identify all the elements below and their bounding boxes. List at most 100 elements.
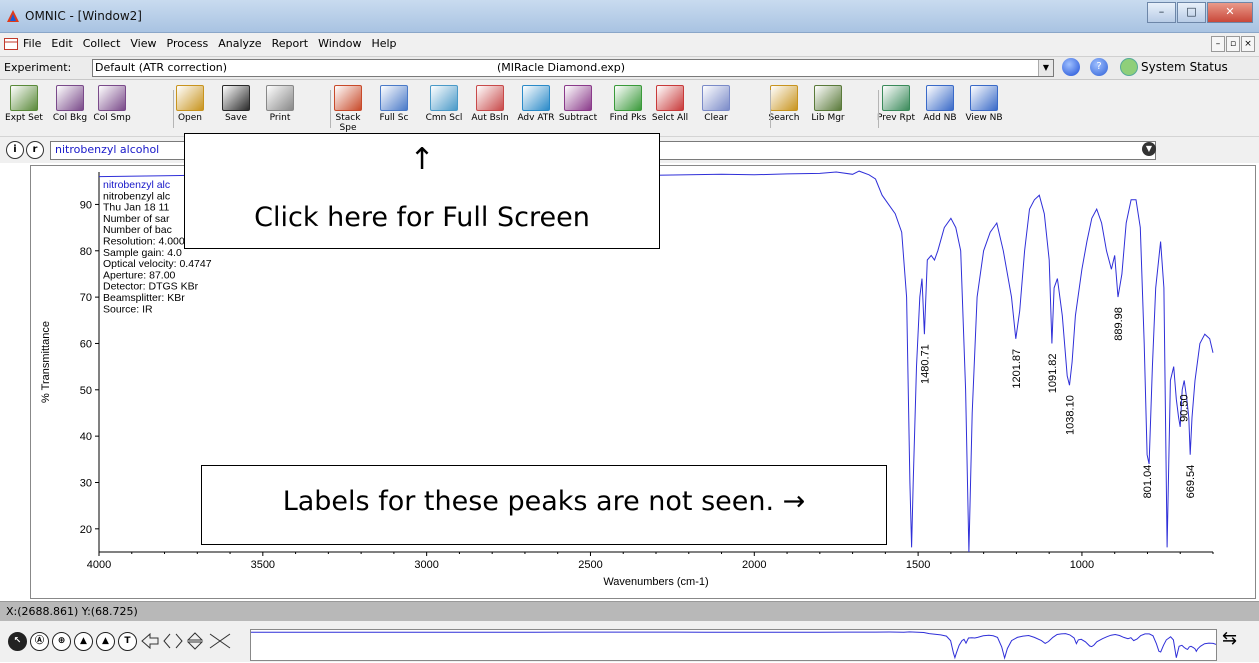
window-title: OMNIC - [Window2] <box>25 9 142 23</box>
toolbar-label: Save <box>224 113 248 123</box>
clear-button[interactable]: Clear <box>696 85 736 123</box>
search-icon <box>770 85 798 111</box>
toolbar-separator <box>330 90 331 128</box>
full-screen-callout-text: Click here for Full Screen <box>254 202 590 233</box>
info-line: Optical velocity: 0.4747 <box>103 258 212 270</box>
subtract-button[interactable]: Subtract <box>558 85 598 123</box>
menu-edit[interactable]: Edit <box>51 37 72 50</box>
y-tick-label: 60 <box>80 338 92 350</box>
find-peaks-icon <box>614 85 642 111</box>
y-tick-label: 90 <box>80 199 92 211</box>
menu-help[interactable]: Help <box>371 37 396 50</box>
toolbar-label: Stack Spe <box>335 113 361 133</box>
menu-file[interactable]: File <box>23 37 41 50</box>
toolbar-label: Cmn Scl <box>425 113 463 123</box>
info-line: Number of bac <box>103 224 172 236</box>
library-manager-button[interactable]: Lib Mgr <box>808 85 848 123</box>
region-tool-icon[interactable]: Ⓐ <box>30 632 49 651</box>
save-icon <box>222 85 250 111</box>
preview-report-button[interactable]: Prev Rpt <box>876 85 916 123</box>
scroll-arrows-icon[interactable]: ⇆ <box>1222 630 1237 648</box>
status-check-icon <box>1120 58 1138 76</box>
info-button[interactable]: i <box>6 141 24 159</box>
expand-arrows-icon[interactable] <box>140 631 240 651</box>
add-notebook-icon <box>926 85 954 111</box>
reference-button[interactable]: r <box>26 141 44 159</box>
subtract-icon <box>564 85 592 111</box>
x-tick-label: 1500 <box>906 559 930 571</box>
main-toolbar: Expt Set Col Bkg Col Smp Open Save Print Stack… <box>0 80 1259 137</box>
peak-label: 1038.10 <box>1064 395 1076 435</box>
child-restore-button[interactable]: ▫ <box>1226 36 1240 52</box>
info-line: Sample gain: 4.0 <box>103 247 182 259</box>
system-status-button[interactable]: System Status <box>1120 58 1228 76</box>
spectrum-dropdown-icon[interactable]: ▼ <box>1142 142 1156 156</box>
experiment-select[interactable]: Default (ATR correction) (MIRacle Diamon… <box>92 59 1054 77</box>
annotation-tool-icon[interactable]: T <box>118 632 137 651</box>
adv-atr-button[interactable]: Adv ATR <box>516 85 556 123</box>
spectrum-selected: nitrobenzyl alcohol <box>55 143 160 156</box>
y-tick-label: 30 <box>80 477 92 489</box>
bench-icon[interactable] <box>1062 58 1080 76</box>
print-icon <box>266 85 294 111</box>
peak-height-tool-icon[interactable]: ⊕ <box>52 632 71 651</box>
status-bar: X:(2688.861) Y:(68.725) <box>0 601 1259 621</box>
clear-icon <box>702 85 730 111</box>
peak-label: 801.04 <box>1142 465 1154 499</box>
toolbar-label: Adv ATR <box>517 113 555 123</box>
minimize-button[interactable]: – <box>1147 2 1176 23</box>
bottom-toolbar: ↖ Ⓐ ⊕ ▲ ▲ T ⇆ <box>0 621 1259 662</box>
child-minimize-button[interactable]: – <box>1211 36 1225 52</box>
chevron-down-icon[interactable]: ▼ <box>1038 60 1053 76</box>
y-tick-label: 40 <box>80 431 92 443</box>
x-axis-label: Wavenumbers (cm-1) <box>603 576 708 588</box>
x-tick-label: 2500 <box>578 559 602 571</box>
experiment-file: (MIRacle Diamond.exp) <box>497 61 626 74</box>
menu-window[interactable]: Window <box>318 37 361 50</box>
peak-area-tool-icon[interactable]: ▲ <box>74 632 93 651</box>
peaks-callout-text: Labels for these peaks are not seen. → <box>282 486 806 517</box>
info-line: Detector: DTGS KBr <box>103 281 199 293</box>
expt-set-icon <box>10 85 38 111</box>
col-bkg-button[interactable]: Col Bkg <box>50 85 90 123</box>
selection-tool-icon[interactable]: ↖ <box>8 632 27 651</box>
toolbar-label: View NB <box>965 113 1003 123</box>
full-scale-button[interactable]: Full Sc <box>374 85 414 123</box>
library-manager-icon <box>814 85 842 111</box>
open-icon <box>176 85 204 111</box>
child-close-button[interactable]: × <box>1241 36 1255 52</box>
maximize-button[interactable]: □ <box>1177 2 1206 23</box>
stack-spectra-button[interactable]: Stack Spe <box>328 85 368 133</box>
full-screen-callout: ↑ Click here for Full Screen <box>184 133 660 249</box>
select-all-button[interactable]: Selct All <box>650 85 690 123</box>
document-icon <box>4 38 18 50</box>
y-tick-label: 80 <box>80 246 92 258</box>
corrected-area-tool-icon[interactable]: ▲ <box>96 632 115 651</box>
common-scale-button[interactable]: Cmn Scl <box>424 85 464 123</box>
expt-set-button[interactable]: Expt Set <box>4 85 44 123</box>
help-icon[interactable]: ? <box>1090 58 1108 76</box>
view-notebook-button[interactable]: View NB <box>964 85 1004 123</box>
toolbar-label: Subtract <box>558 113 598 123</box>
open-button[interactable]: Open <box>170 85 210 123</box>
save-button[interactable]: Save <box>216 85 256 123</box>
menu-view[interactable]: View <box>130 37 156 50</box>
stack-spectra-icon <box>334 85 362 111</box>
info-line: Source: IR <box>103 303 153 315</box>
cursor-coordinates: X:(2688.861) Y:(68.725) <box>6 605 138 618</box>
menu-report[interactable]: Report <box>272 37 308 50</box>
col-smp-button[interactable]: Col Smp <box>92 85 132 123</box>
x-tick-label: 4000 <box>87 559 111 571</box>
toolbar-label: Add NB <box>923 113 957 123</box>
toolbar-label: Expt Set <box>5 113 43 123</box>
print-button[interactable]: Print <box>260 85 300 123</box>
auto-baseline-button[interactable]: Aut Bsln <box>470 85 510 123</box>
menu-collect[interactable]: Collect <box>83 37 121 50</box>
add-notebook-button[interactable]: Add NB <box>920 85 960 123</box>
peak-label: 1201.87 <box>1011 349 1023 389</box>
find-peaks-button[interactable]: Find Pks <box>608 85 648 123</box>
close-button[interactable]: ✕ <box>1207 2 1253 23</box>
overview-pane[interactable] <box>250 629 1217 661</box>
menu-analyze[interactable]: Analyze <box>218 37 261 50</box>
menu-process[interactable]: Process <box>167 37 209 50</box>
